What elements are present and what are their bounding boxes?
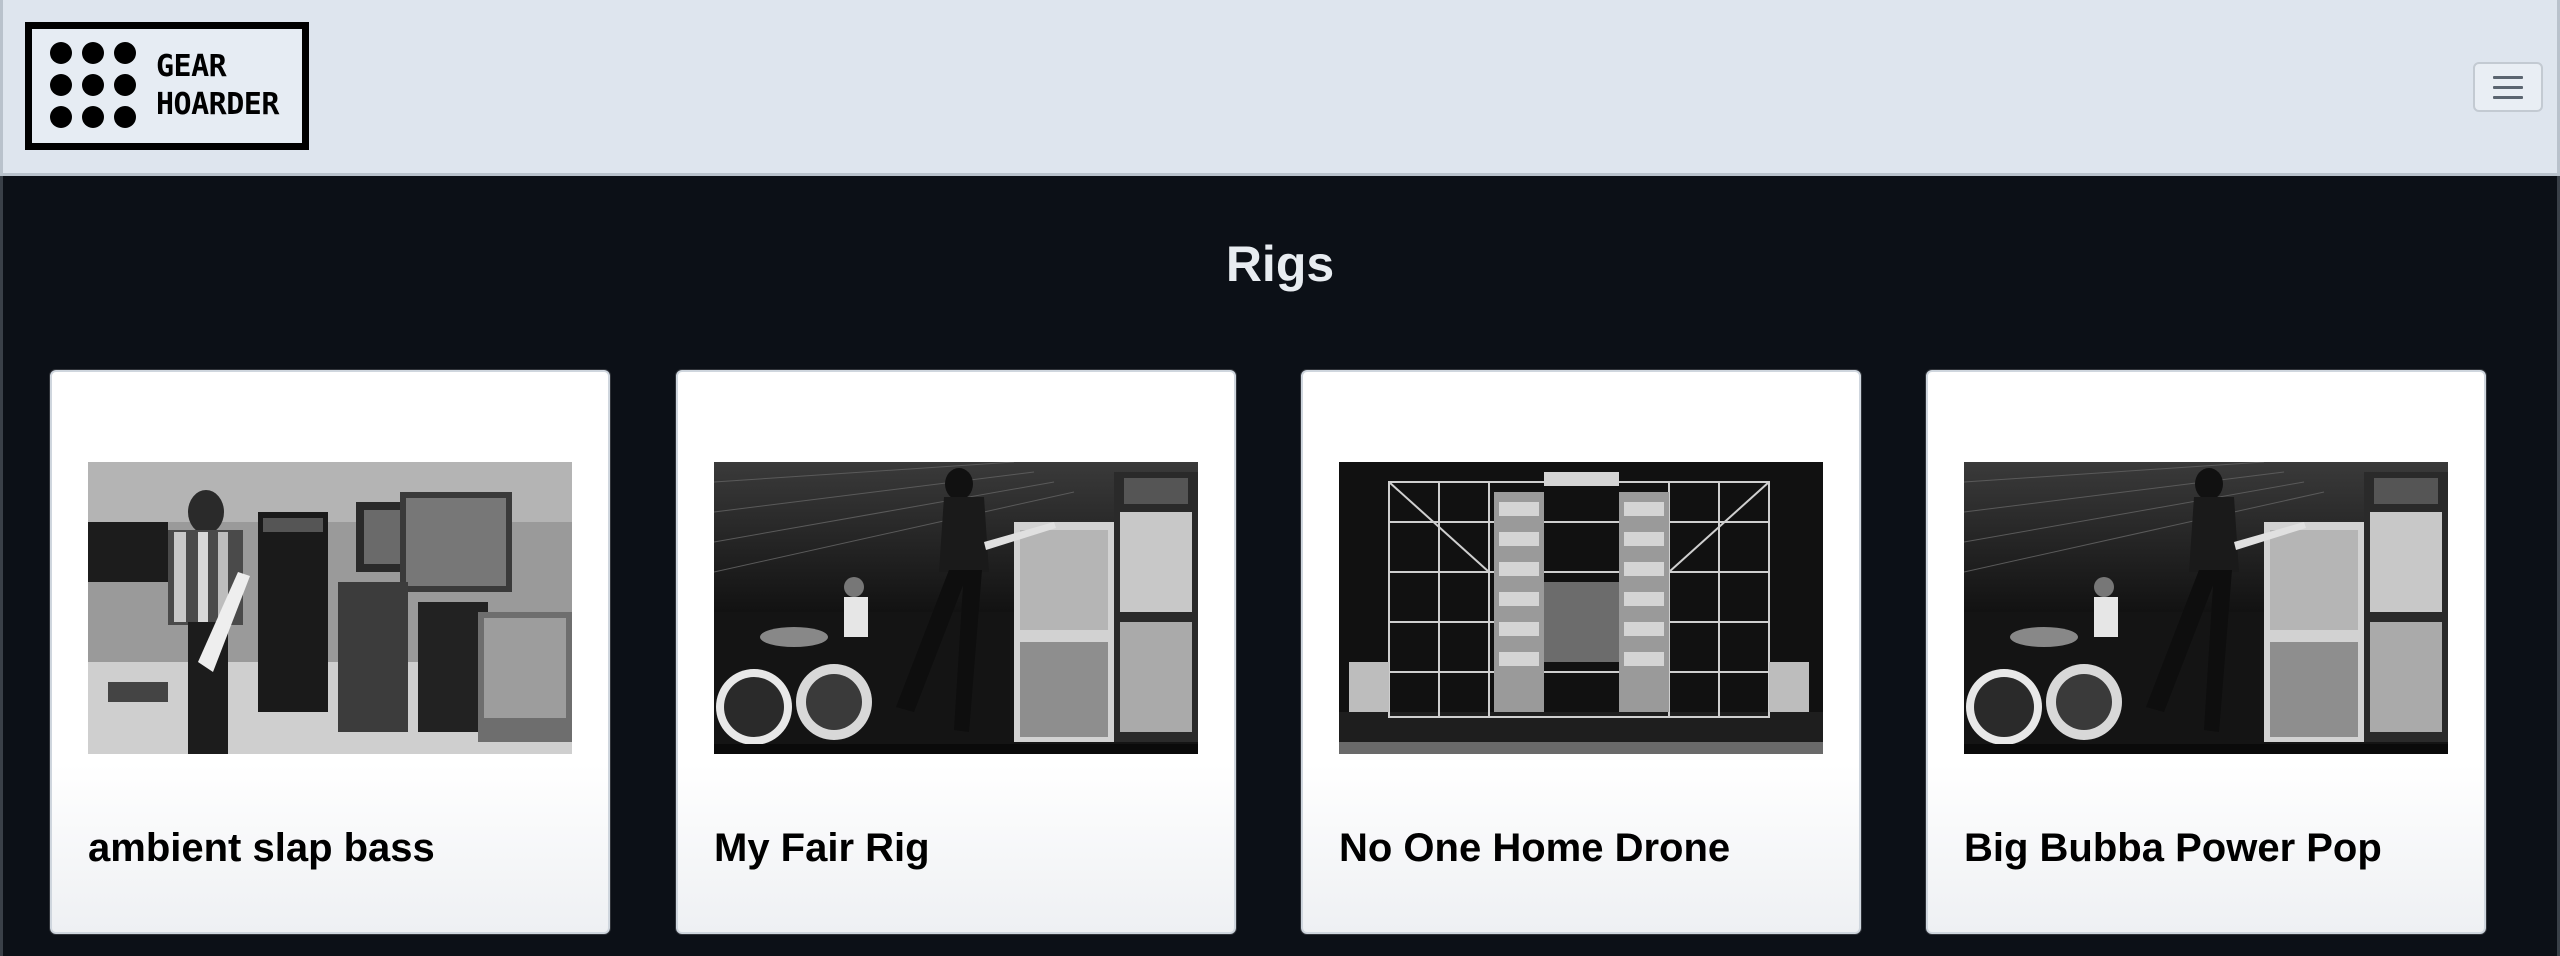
logo-dots-icon [50,42,142,130]
rig-card-title[interactable]: Big Bubba Power Pop [1964,822,2382,874]
hamburger-menu-icon [2493,75,2523,79]
rig-photo[interactable] [88,462,572,754]
rig-photo[interactable] [714,462,1198,754]
rig-card-title[interactable]: No One Home Drone [1339,822,1730,874]
page-title: Rigs [1225,236,1335,292]
rig-card-title[interactable]: My Fair Rig [714,822,930,874]
rig-card[interactable]: Big Bubba Power Pop [1926,370,2486,934]
navbar: GEAR HOARDER [0,0,2560,176]
rig-photo[interactable] [1339,462,1823,754]
navbar-toggler-button[interactable] [2473,62,2543,112]
brand-logo[interactable]: GEAR HOARDER [25,22,309,150]
rig-card-title[interactable]: ambient slap bass [88,822,435,874]
rig-card[interactable]: No One Home Drone [1301,370,1861,934]
rig-photo[interactable] [1964,462,2448,754]
brand-name: GEAR HOARDER [156,48,279,124]
brand-line-2: HOARDER [156,87,279,122]
rig-card[interactable]: ambient slap bass [50,370,610,934]
brand-line-1: GEAR [156,49,227,84]
rig-card[interactable]: My Fair Rig [676,370,1236,934]
